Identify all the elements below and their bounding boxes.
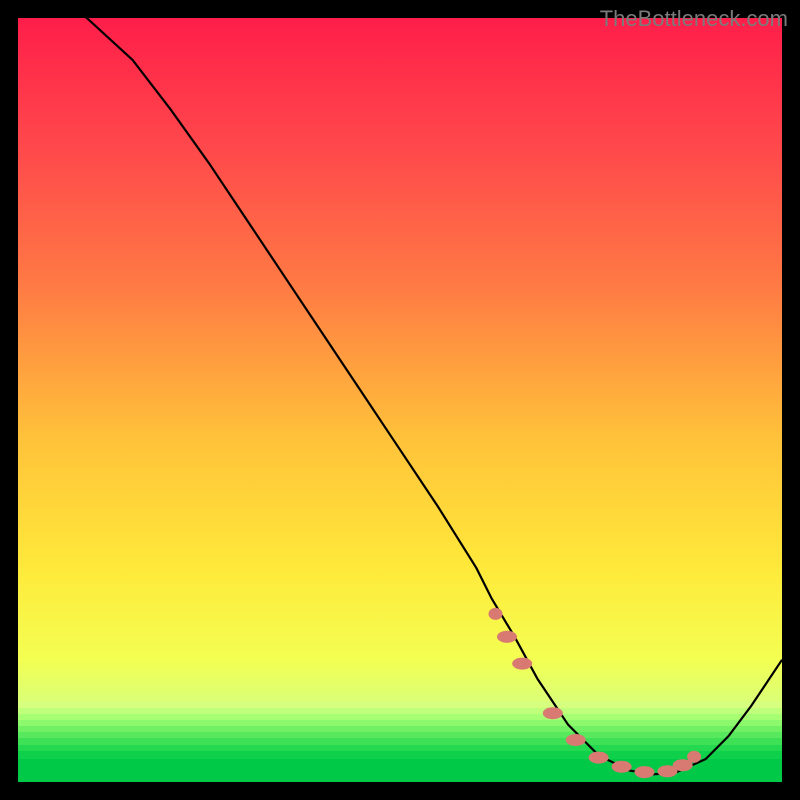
- marker-point: [543, 707, 563, 719]
- marker-point: [612, 761, 632, 773]
- marker-point: [489, 608, 503, 620]
- highlight-markers: [489, 608, 702, 778]
- marker-point: [589, 752, 609, 764]
- marker-point: [566, 734, 586, 746]
- marker-point: [497, 631, 517, 643]
- bottleneck-curve: [18, 18, 782, 774]
- marker-point: [687, 751, 701, 763]
- plot-area: [18, 18, 782, 782]
- watermark-text: TheBottleneck.com: [600, 6, 788, 32]
- chart-svg: [18, 18, 782, 782]
- marker-point: [635, 766, 655, 778]
- marker-point: [512, 658, 532, 670]
